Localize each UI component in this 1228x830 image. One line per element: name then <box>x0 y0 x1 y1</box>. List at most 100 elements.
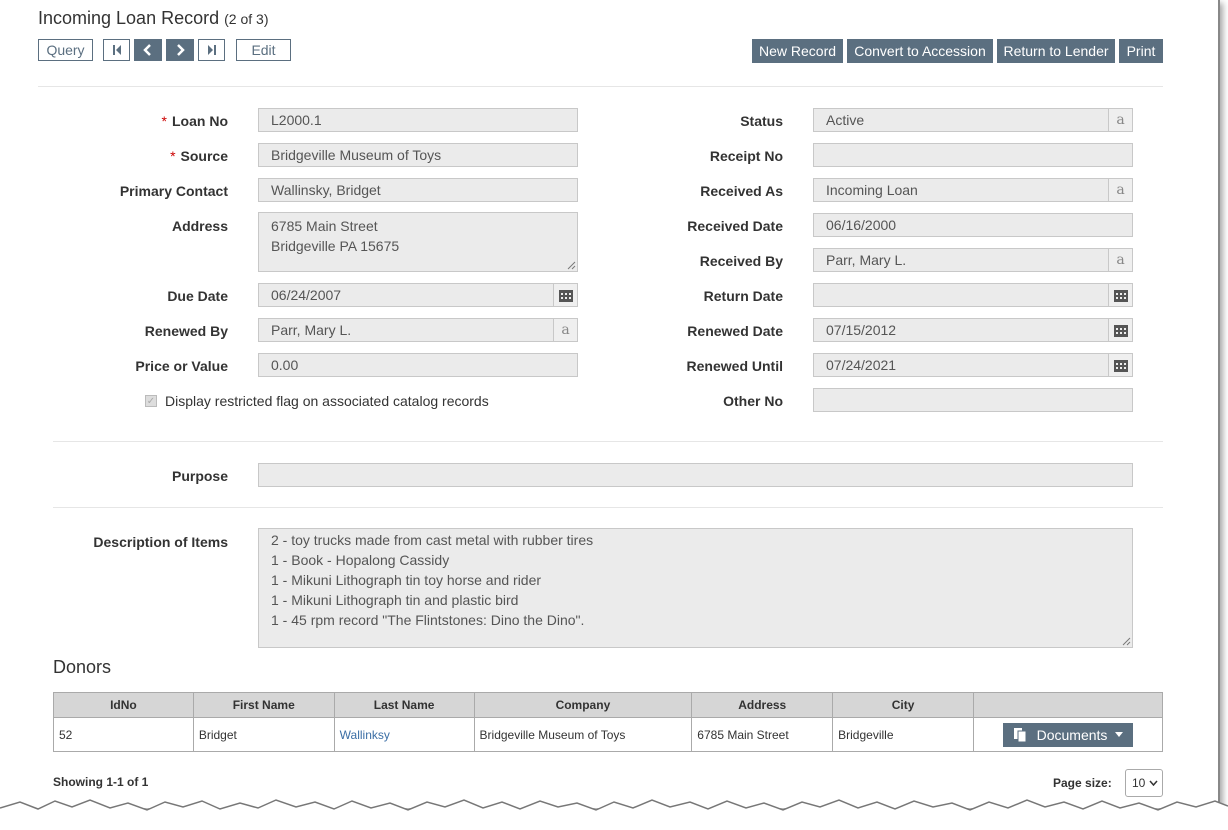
column-header-last-name[interactable]: Last Name <box>333 692 475 718</box>
status-value: Active <box>826 112 865 128</box>
donors-heading: Donors <box>53 657 112 677</box>
renewed-until-field[interactable]: 07/24/2021 <box>813 353 1133 377</box>
status-label: Status <box>740 113 783 129</box>
column-header-actions <box>973 692 1163 718</box>
renewed-by-lookup-button[interactable]: a <box>553 318 578 342</box>
divider <box>38 86 1163 87</box>
column-header-address[interactable]: Address <box>691 692 834 718</box>
page-size-label: Page size: <box>1053 776 1112 790</box>
received-as-field[interactable]: Incoming Loan a <box>813 178 1133 202</box>
renewed-until-calendar-button[interactable] <box>1108 353 1133 377</box>
restricted-flag-checkbox[interactable]: ✓ <box>145 395 157 407</box>
received-as-lookup-button[interactable]: a <box>1108 178 1133 202</box>
column-header-city[interactable]: City <box>832 692 975 718</box>
documents-label: Documents <box>1036 726 1108 743</box>
primary-contact-field[interactable]: Wallinsky, Bridget <box>258 178 578 202</box>
description-line: 1 - Mikuni Lithograph tin and plastic bi… <box>271 592 519 608</box>
status-lookup-button[interactable]: a <box>1108 108 1133 132</box>
due-date-field[interactable]: 06/24/2007 <box>258 283 578 307</box>
new-record-button[interactable]: New Record <box>752 39 843 63</box>
status-field[interactable]: Active a <box>813 108 1133 132</box>
received-by-field[interactable]: Parr, Mary L. a <box>813 248 1133 272</box>
received-as-value: Incoming Loan <box>826 182 918 198</box>
next-record-icon <box>177 44 185 56</box>
due-date-label: Due Date <box>167 288 228 304</box>
table-row: 52 Bridget Wallinksy Bridgeville Museum … <box>53 717 1163 752</box>
return-date-field[interactable] <box>813 283 1133 307</box>
cell-idno: 52 <box>53 717 194 752</box>
first-record-button[interactable] <box>103 39 130 61</box>
table-header-row: IdNo First Name Last Name Company Addres… <box>53 692 1163 718</box>
restricted-flag-label: Display restricted flag on associated ca… <box>165 393 489 409</box>
renewed-by-field[interactable]: Parr, Mary L. a <box>258 318 578 342</box>
previous-record-icon <box>143 44 151 56</box>
last-record-button[interactable] <box>198 39 225 61</box>
address-line-1: 6785 Main Street <box>271 218 378 234</box>
received-date-field[interactable]: 06/16/2000 <box>813 213 1133 237</box>
loan-no-label: * Loan No <box>161 113 228 129</box>
calendar-icon <box>1113 289 1128 302</box>
address-textarea[interactable]: 6785 Main Street Bridgeville PA 15675 <box>258 212 578 272</box>
return-to-lender-button[interactable]: Return to Lender <box>997 39 1115 63</box>
renewed-date-field[interactable]: 07/15/2012 <box>813 318 1133 342</box>
lookup-icon: a <box>1116 252 1125 268</box>
documents-icon <box>1013 727 1027 742</box>
description-line: 1 - Book - Hopalong Cassidy <box>271 552 450 568</box>
torn-edge-decoration <box>0 799 1228 830</box>
received-by-value: Parr, Mary L. <box>826 252 907 268</box>
page-size-value: 10 <box>1132 776 1146 790</box>
column-header-first-name[interactable]: First Name <box>192 692 335 718</box>
received-date-label: Received Date <box>687 218 783 234</box>
address-label: Address <box>171 218 228 234</box>
calendar-icon <box>1113 324 1128 337</box>
receipt-no-label: Receipt No <box>709 148 783 164</box>
query-button[interactable]: Query <box>38 39 93 61</box>
next-record-button[interactable] <box>166 39 194 61</box>
column-header-company[interactable]: Company <box>473 692 693 718</box>
return-date-calendar-button[interactable] <box>1108 283 1133 307</box>
resize-grip-icon[interactable] <box>1122 637 1131 646</box>
cell-city: Bridgeville <box>832 717 975 752</box>
other-no-field[interactable] <box>813 388 1133 412</box>
checkmark-icon: ✓ <box>146 395 156 407</box>
lookup-icon: a <box>561 322 570 338</box>
description-line: 1 - 45 rpm record "The Flintstones: Dino… <box>271 612 585 628</box>
receipt-no-field[interactable] <box>813 143 1133 167</box>
divider <box>53 441 1163 442</box>
renewed-date-calendar-button[interactable] <box>1108 318 1133 342</box>
purpose-field[interactable] <box>258 463 1133 487</box>
lookup-icon: a <box>1116 112 1125 128</box>
previous-record-button[interactable] <box>134 39 162 61</box>
cell-first-name: Bridget <box>192 717 335 752</box>
calendar-icon <box>558 289 573 302</box>
received-by-lookup-button[interactable]: a <box>1108 248 1133 272</box>
documents-dropdown-button[interactable]: Documents <box>1002 722 1134 747</box>
cell-actions: Documents <box>973 717 1163 752</box>
loan-no-field[interactable]: L2000.1 <box>258 108 578 132</box>
resize-grip-icon[interactable] <box>567 261 576 270</box>
price-or-value-field[interactable]: 0.00 <box>258 353 578 377</box>
renewed-until-label: Renewed Until <box>686 358 783 374</box>
due-date-calendar-button[interactable] <box>553 283 578 307</box>
renewed-by-label: Renewed By <box>144 323 228 339</box>
pagination-summary: Showing 1-1 of 1 <box>53 775 149 789</box>
convert-to-accession-button[interactable]: Convert to Accession <box>847 39 993 63</box>
description-line: 1 - Mikuni Lithograph tin toy horse and … <box>271 572 542 588</box>
column-header-idno[interactable]: IdNo <box>53 692 194 718</box>
print-button[interactable]: Print <box>1119 39 1163 63</box>
description-textarea[interactable]: 2 - toy trucks made from cast metal with… <box>258 528 1133 648</box>
caret-down-icon <box>1115 732 1124 737</box>
last-name-link[interactable]: Wallinksy <box>340 728 390 742</box>
first-record-icon <box>112 45 121 55</box>
description-line: 2 - toy trucks made from cast metal with… <box>271 532 594 548</box>
received-by-label: Received By <box>699 253 783 269</box>
return-date-label: Return Date <box>703 288 783 304</box>
record-count: (2 of 3) <box>224 11 269 27</box>
donors-table: IdNo First Name Last Name Company Addres… <box>53 692 1163 752</box>
source-field[interactable]: Bridgeville Museum of Toys <box>258 143 578 167</box>
calendar-icon <box>1113 359 1128 372</box>
page-title-text: Incoming Loan Record <box>38 8 220 28</box>
edit-button[interactable]: Edit <box>236 39 291 61</box>
received-as-label: Received As <box>700 183 783 199</box>
renewed-date-value: 07/15/2012 <box>826 322 897 338</box>
